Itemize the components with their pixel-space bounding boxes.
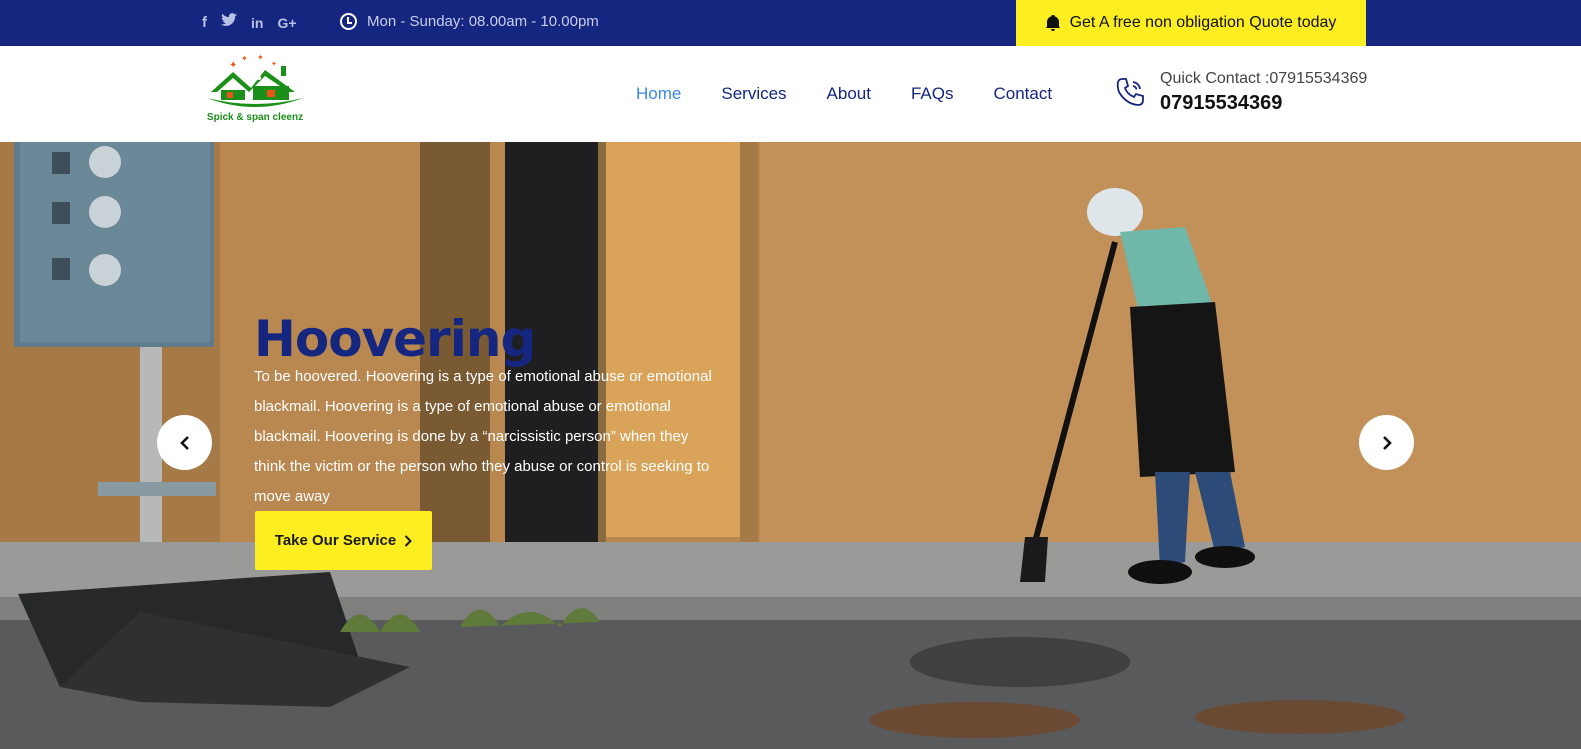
nav-faqs[interactable]: FAQs [911,84,954,104]
slider-next-button[interactable] [1359,415,1414,470]
svg-text:✦: ✦ [229,60,237,71]
quick-contact-number[interactable]: 07915534369 [1160,92,1282,115]
chevron-right-icon [1382,435,1392,450]
opening-hours-text: Mon - Sunday: 08.00am - 10.00pm [367,13,599,30]
slide-description: To be hoovered. Hoovering is a type of e… [254,368,712,505]
svg-text:✦: ✦ [241,54,248,63]
quick-contact-label: Quick Contact :07915534369 [1160,70,1368,87]
bell-icon [1045,15,1060,31]
nav-about[interactable]: About [827,84,871,104]
house-logo-icon: ✦ ✦ ✦ ✦ [207,53,303,107]
logo-text: Spick & span cleenz [206,112,304,123]
quote-button-label: Get A free non obligation Quote today [1069,14,1337,31]
hero-slider: Hoovering To be hoovered. Hoovering is a… [0,142,1581,749]
facebook-icon[interactable]: f [202,13,207,33]
chevron-right-icon [405,534,413,547]
slider-prev-button[interactable] [157,415,212,470]
clock-icon [340,13,357,30]
main-nav: Home Services About FAQs Contact [636,84,1052,104]
svg-text:✦: ✦ [257,53,264,62]
google-plus-icon[interactable]: G+ [277,13,296,33]
linkedin-icon[interactable]: in [251,13,263,33]
site-header: ✦ ✦ ✦ ✦ Spick & span cleenz Home Service… [0,46,1581,142]
chevron-left-icon [179,435,189,450]
nav-home[interactable]: Home [636,84,681,104]
top-bar: f in G+ Mon - Sunday: 08.00am - 10.00pm … [0,0,1581,46]
quote-button[interactable]: Get A free non obligation Quote today [1016,0,1366,46]
cta-label: Take Our Service [274,532,397,549]
phone-icon [1116,78,1144,106]
opening-hours: Mon - Sunday: 08.00am - 10.00pm [340,13,599,30]
social-links: f in G+ [202,13,297,33]
take-our-service-button[interactable]: Take Our Service [255,511,432,570]
site-logo[interactable]: ✦ ✦ ✦ ✦ Spick & span cleenz [203,52,307,138]
hero-background-image [0,142,1581,749]
twitter-icon[interactable] [221,13,237,33]
slide-title: Hoovering [254,310,536,368]
nav-contact[interactable]: Contact [994,84,1053,104]
svg-text:✦: ✦ [271,60,277,68]
nav-services[interactable]: Services [721,84,786,104]
